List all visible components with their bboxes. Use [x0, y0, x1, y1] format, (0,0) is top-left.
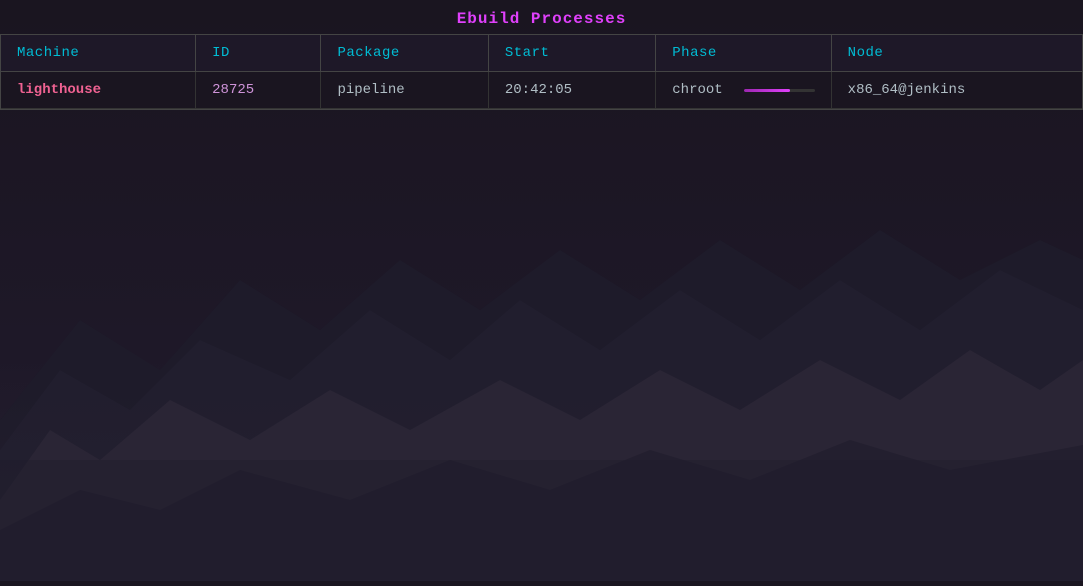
page-title: Ebuild Processes — [0, 0, 1083, 34]
cell-id-0: 28725 — [196, 72, 321, 109]
cell-start-0: 20:42:05 — [488, 72, 655, 109]
col-id: ID — [196, 35, 321, 72]
table-header-row: Machine ID Package Start Phase Node — [1, 35, 1082, 72]
cell-machine-0: lighthouse — [1, 72, 196, 109]
progress-bar-container-0 — [744, 89, 814, 92]
processes-table: Machine ID Package Start Phase Node ligh… — [1, 35, 1082, 109]
cell-phase-0: chroot — [656, 72, 831, 109]
col-machine: Machine — [1, 35, 196, 72]
col-phase: Phase — [656, 35, 831, 72]
cell-node-0: x86_64@jenkins — [831, 72, 1082, 109]
processes-table-wrapper: Machine ID Package Start Phase Node ligh… — [0, 34, 1083, 110]
col-node: Node — [831, 35, 1082, 72]
phase-label-0: chroot — [672, 82, 732, 98]
col-package: Package — [321, 35, 488, 72]
col-start: Start — [488, 35, 655, 72]
cell-package-0: pipeline — [321, 72, 488, 109]
progress-bar-fill-0 — [744, 89, 790, 92]
table-row: lighthouse 28725 pipeline 20:42:05 chroo… — [1, 72, 1082, 109]
